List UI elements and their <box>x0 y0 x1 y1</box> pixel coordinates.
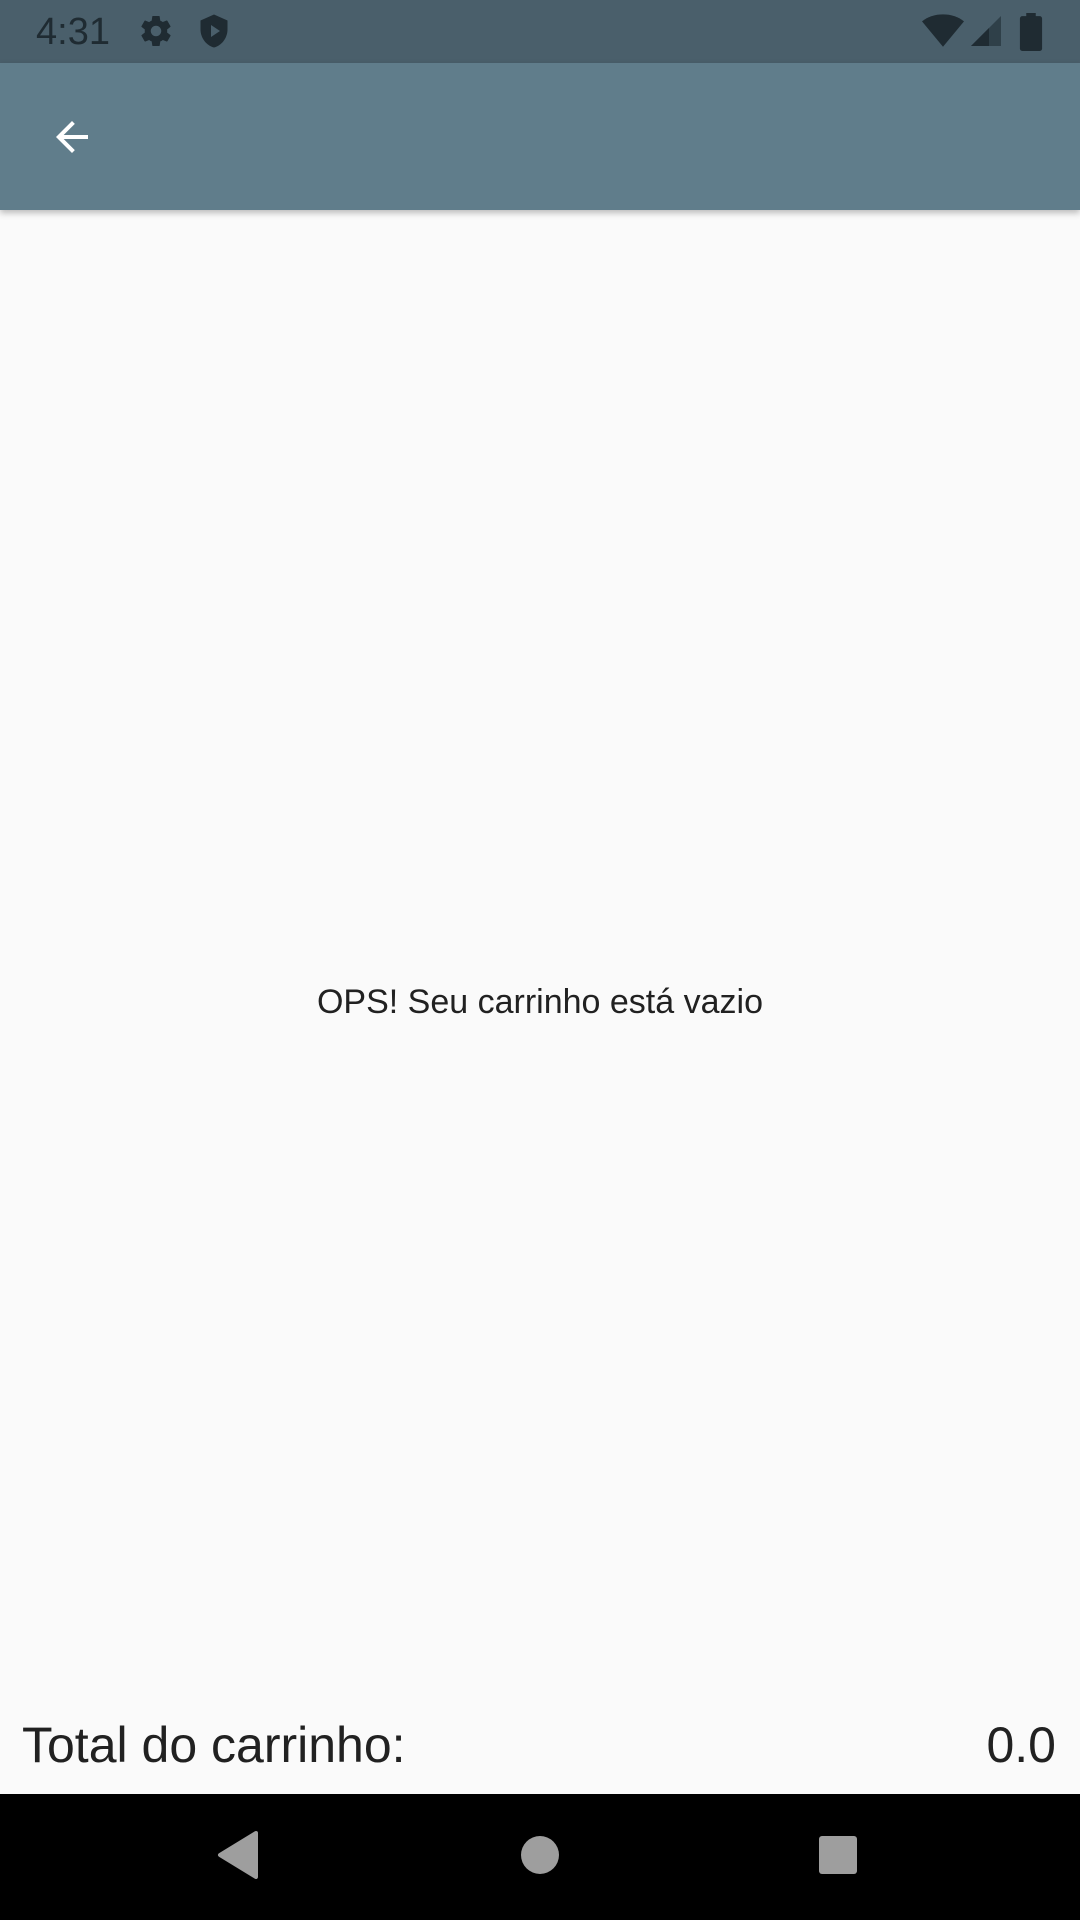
back-button[interactable] <box>30 97 114 181</box>
back-triangle-icon <box>216 1830 260 1884</box>
cart-total-label: Total do carrinho: <box>22 1717 406 1773</box>
nav-back-button[interactable] <box>208 1827 268 1887</box>
gear-icon <box>138 13 174 49</box>
home-circle-icon <box>520 1835 560 1880</box>
cart-screen: 4:31 OPS! Seu carrinho está vazio Total … <box>0 0 1080 1920</box>
shield-play-icon <box>196 13 232 49</box>
cart-total-row: Total do carrinho: 0.0 <box>0 1710 1080 1780</box>
cart-total-value: 0.0 <box>986 1717 1056 1773</box>
battery-icon <box>1016 13 1046 52</box>
signal-icon <box>968 13 1004 49</box>
nav-recents-button[interactable] <box>808 1827 868 1887</box>
nav-home-button[interactable] <box>510 1827 570 1887</box>
status-bar: 4:31 <box>0 0 1080 63</box>
wifi-icon <box>922 13 964 49</box>
app-bar <box>0 63 1080 210</box>
status-time: 4:31 <box>36 11 110 53</box>
arrow-back-icon <box>48 113 96 166</box>
recents-square-icon <box>818 1835 858 1880</box>
empty-cart-message: OPS! Seu carrinho está vazio <box>316 983 763 1021</box>
system-nav-bar <box>0 1794 1080 1920</box>
